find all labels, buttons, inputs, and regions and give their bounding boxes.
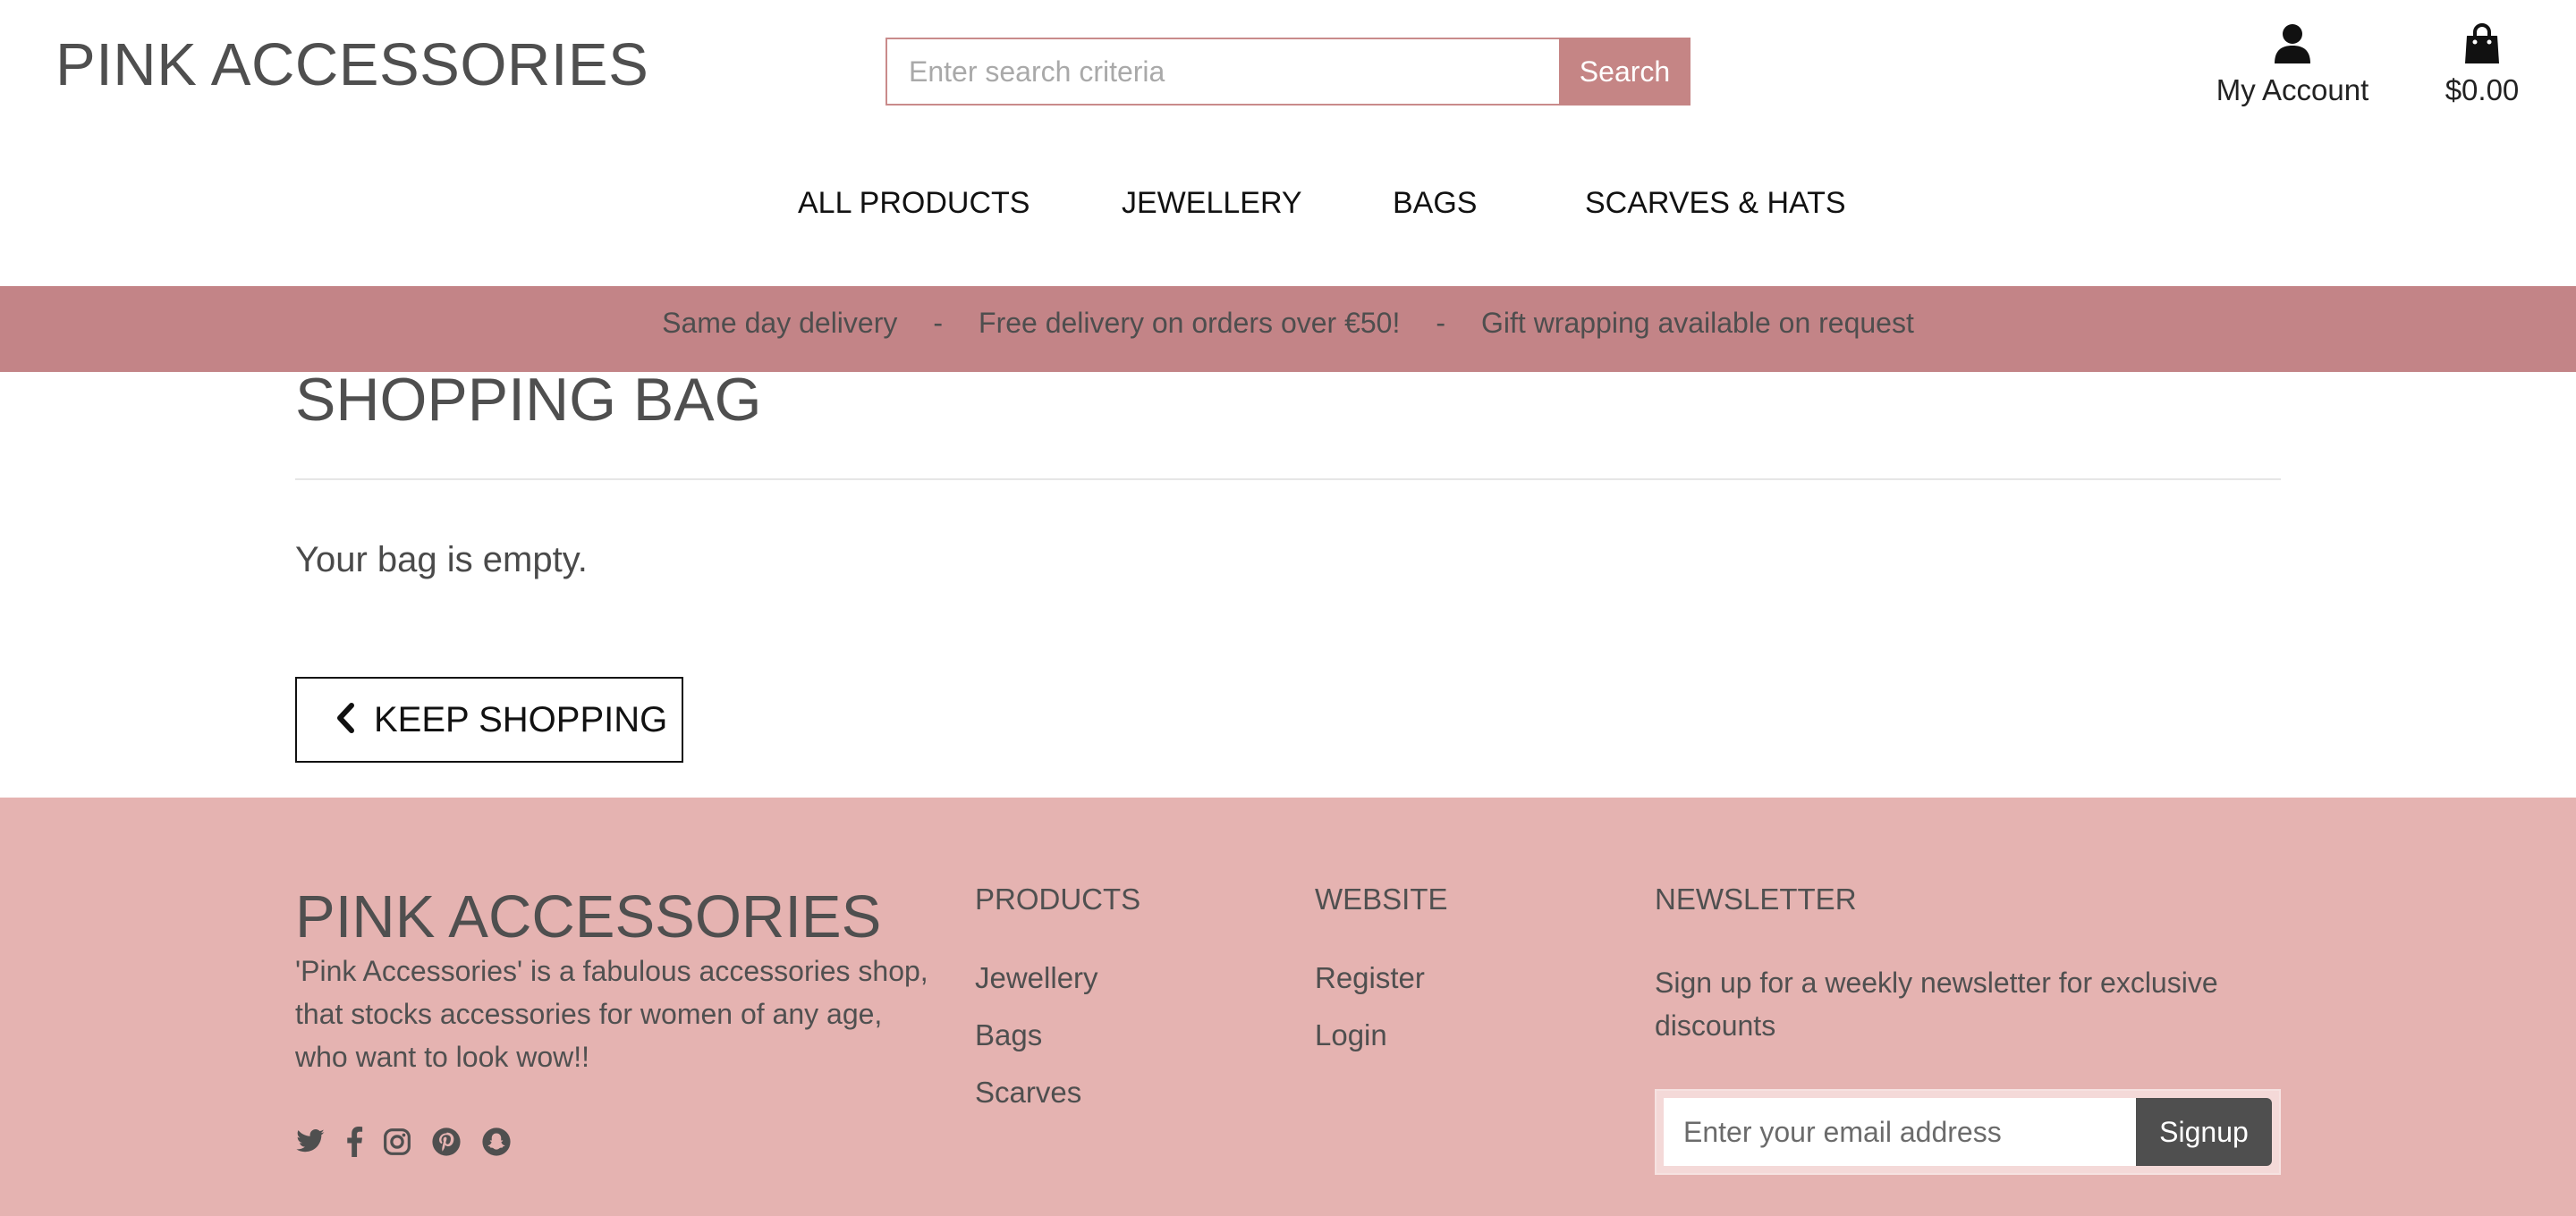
search-input[interactable] xyxy=(886,38,1559,106)
footer-link-login[interactable]: Login xyxy=(1315,1018,1448,1076)
pinterest-icon[interactable] xyxy=(431,1127,462,1157)
main-nav: ALL PRODUCTS JEWELLERY BAGS SCARVES & HA… xyxy=(0,186,2576,227)
banner-separator: - xyxy=(1436,306,1446,339)
banner-message-free-delivery: Free delivery on orders over €50! xyxy=(979,306,1401,339)
newsletter-email-input[interactable] xyxy=(1664,1098,2136,1166)
search-button[interactable]: Search xyxy=(1559,38,1690,106)
twitter-icon[interactable] xyxy=(295,1128,326,1155)
footer-products-heading: PRODUCTS xyxy=(975,882,1141,916)
footer-website-heading: WEBSITE xyxy=(1315,882,1448,916)
page-title: SHOPPING BAG xyxy=(295,366,762,434)
site-header: PINK ACCESSORIES Search My Account $0.00… xyxy=(0,0,2576,286)
nav-bags[interactable]: BAGS xyxy=(1393,186,1477,221)
footer-link-register[interactable]: Register xyxy=(1315,961,1448,1018)
bag-total: $0.00 xyxy=(2445,73,2520,106)
my-account-link[interactable]: My Account xyxy=(2211,23,2374,107)
footer-newsletter-heading: NEWSLETTER xyxy=(1655,882,1857,916)
facebook-icon[interactable] xyxy=(345,1127,363,1157)
footer-website-column: WEBSITE Register Login xyxy=(1315,882,1448,1076)
banner-message-gift-wrapping: Gift wrapping available on request xyxy=(1481,306,1914,339)
search-form: Search xyxy=(886,38,1690,106)
promo-banner: Same day delivery - Free delivery on ord… xyxy=(0,286,2576,372)
footer-logo: PINK ACCESSORIES xyxy=(295,883,882,950)
footer-link-jewellery[interactable]: Jewellery xyxy=(975,961,1140,1018)
shopping-bag-link[interactable]: $0.00 xyxy=(2433,23,2531,107)
footer-link-scarves[interactable]: Scarves xyxy=(975,1076,1140,1133)
snapchat-icon[interactable] xyxy=(481,1127,512,1157)
instagram-icon[interactable] xyxy=(383,1127,411,1156)
nav-scarves-hats[interactable]: SCARVES & HATS xyxy=(1585,186,1846,221)
my-account-label: My Account xyxy=(2216,73,2369,106)
newsletter-signup-button[interactable]: Signup xyxy=(2136,1098,2272,1166)
banner-separator: - xyxy=(933,306,944,339)
user-icon xyxy=(2211,23,2374,68)
nav-jewellery[interactable]: JEWELLERY xyxy=(1122,186,1302,221)
footer-link-bags[interactable]: Bags xyxy=(975,1018,1140,1076)
chevron-left-icon xyxy=(335,703,356,737)
social-links xyxy=(295,1127,512,1157)
footer-newsletter-column: NEWSLETTER Sign up for a weekly newslett… xyxy=(1655,882,2281,1047)
footer-description: 'Pink Accessories' is a fabulous accesso… xyxy=(295,955,928,1073)
keep-shopping-button[interactable]: KEEP SHOPPING xyxy=(295,677,683,763)
empty-bag-message: Your bag is empty. xyxy=(295,540,588,579)
newsletter-text: Sign up for a weekly newsletter for excl… xyxy=(1655,967,2218,1042)
site-logo[interactable]: PINK ACCESSORIES xyxy=(55,30,648,99)
nav-all-products[interactable]: ALL PRODUCTS xyxy=(798,186,1030,221)
shopping-bag-icon xyxy=(2433,23,2531,68)
banner-message-delivery: Same day delivery xyxy=(662,306,898,339)
site-footer: PINK ACCESSORIES 'Pink Accessories' is a… xyxy=(0,798,2576,1216)
title-divider xyxy=(295,478,2281,480)
keep-shopping-label: KEEP SHOPPING xyxy=(374,699,668,739)
newsletter-form: Signup xyxy=(1655,1089,2281,1175)
footer-products-column: PRODUCTS Jewellery Bags Scarves xyxy=(975,882,1140,1133)
